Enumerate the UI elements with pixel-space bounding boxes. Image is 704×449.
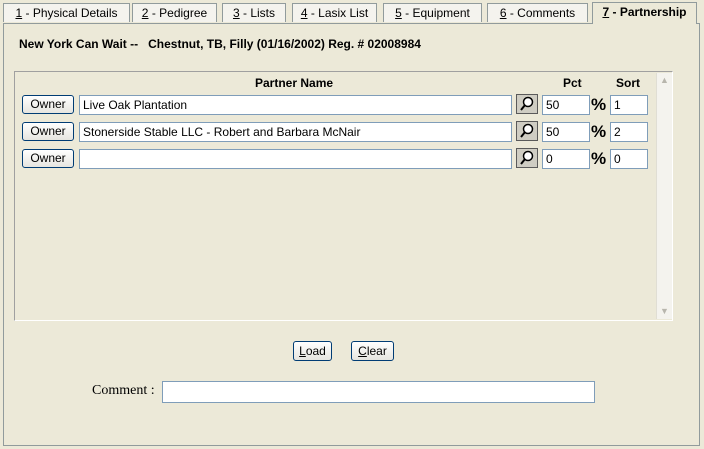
percent-symbol: %	[591, 95, 607, 114]
owner-button[interactable]: Owner	[22, 122, 74, 141]
horse-details: Chestnut, TB, Filly (01/16/2002) Reg. # …	[148, 37, 421, 51]
horse-header: New York Can Wait -- Chestnut, TB, Filly …	[19, 37, 421, 51]
pct-field[interactable]: 0	[542, 149, 590, 169]
tab-equipment[interactable]: 5 - Equipment	[383, 3, 482, 22]
sort-field[interactable]: 1	[610, 95, 648, 115]
owner-button[interactable]: Owner	[22, 149, 74, 168]
tab-partnership[interactable]: 7 - Partnership	[592, 2, 697, 24]
tab-lasix-list[interactable]: 4 - Lasix List	[292, 3, 377, 22]
tab-comments[interactable]: 6 - Comments	[487, 3, 588, 22]
tab-physical-details[interactable]: 1 - Physical Details	[3, 3, 130, 22]
partner-name-field[interactable]: Stonerside Stable LLC - Robert and Barba…	[79, 122, 512, 142]
scroll-down-arrow-icon[interactable]: ▼	[657, 304, 672, 319]
load-button[interactable]: Load	[293, 341, 332, 361]
sort-field[interactable]: 2	[610, 122, 648, 142]
partner-lookup-button[interactable]	[516, 121, 538, 141]
column-header-sort: Sort	[616, 76, 640, 90]
pct-field[interactable]: 50	[542, 95, 590, 115]
magnifier-icon	[520, 123, 534, 138]
partner-name-field[interactable]	[79, 149, 512, 169]
grid-vertical-scrollbar[interactable]: ▲ ▼	[656, 73, 672, 319]
partner-lookup-button[interactable]	[516, 148, 538, 168]
comment-input[interactable]	[162, 381, 595, 403]
column-header-pct: Pct	[563, 76, 582, 90]
pct-field[interactable]: 50	[542, 122, 590, 142]
sort-field[interactable]: 0	[610, 149, 648, 169]
tab-lists[interactable]: 3 - Lists	[222, 3, 286, 22]
partner-name-field[interactable]: Live Oak Plantation	[79, 95, 512, 115]
owner-button[interactable]: Owner	[22, 95, 74, 114]
percent-symbol: %	[591, 122, 607, 141]
partner-lookup-button[interactable]	[516, 94, 538, 114]
column-header-partner-name: Partner Name	[255, 76, 334, 90]
percent-symbol: %	[591, 149, 607, 168]
magnifier-icon	[520, 150, 534, 165]
scroll-up-arrow-icon[interactable]: ▲	[657, 73, 672, 88]
magnifier-icon	[520, 96, 534, 111]
clear-button[interactable]: Clear	[351, 341, 394, 361]
tab-bar: 1 - Physical Details 2 - Pedigree 3 - Li…	[0, 0, 704, 24]
horse-name: New York Can Wait --	[19, 37, 139, 51]
tab-pedigree[interactable]: 2 - Pedigree	[132, 3, 217, 22]
comment-label: Comment :	[92, 383, 155, 398]
